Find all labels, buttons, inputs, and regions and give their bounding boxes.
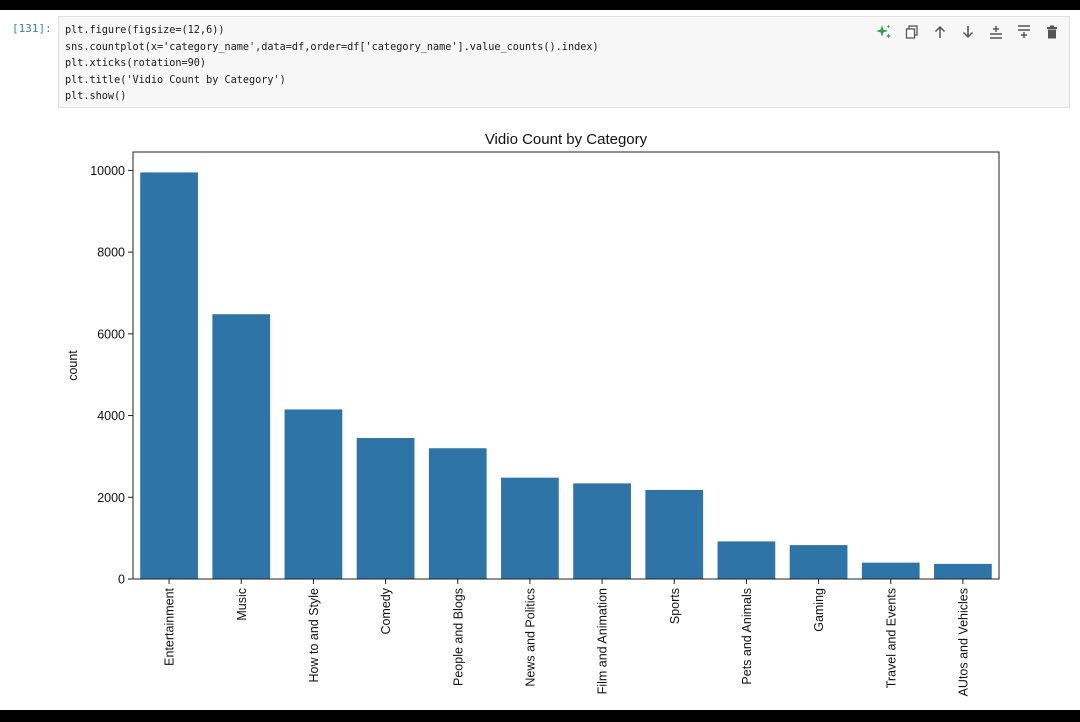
bar-travel-and-events: [861, 562, 920, 579]
bar-gaming: [789, 545, 848, 579]
copy-icon[interactable]: [903, 23, 921, 41]
execution-count: [131]:: [12, 22, 52, 35]
code-cell[interactable]: plt.figure(figsize=(12,6)) sns.countplot(…: [58, 16, 1070, 108]
x-tick-label: Film and Animation: [596, 588, 610, 694]
bar-news-and-politics: [501, 477, 559, 579]
x-tick-label: Gaming: [812, 588, 826, 632]
y-tick-label: 6000: [97, 327, 125, 341]
y-tick-label: 4000: [97, 409, 125, 423]
x-ticks-group: Entertainment Music How to and Style Comedy…: [163, 579, 970, 696]
notebook-page: [131]: plt.figure(figsize=(12,6)) sns.cou…: [0, 10, 1080, 710]
x-tick-label: People and Blogs: [451, 588, 465, 686]
x-tick-label: How to and Style: [307, 588, 321, 683]
trash-icon[interactable]: [1043, 23, 1061, 41]
x-tick-label: AUtos and Vehicles: [956, 588, 970, 696]
bar-music: [212, 314, 271, 579]
x-tick-label: Pets and Animals: [740, 588, 754, 685]
bars-group: [140, 172, 992, 580]
bar-people-and-blogs: [428, 448, 487, 579]
x-tick-label: Music: [235, 588, 249, 621]
bar-entertainment: [140, 172, 198, 580]
x-tick-label: Sports: [668, 588, 682, 624]
insert-above-icon[interactable]: [987, 23, 1005, 41]
y-tick-label: 8000: [97, 246, 125, 260]
code-line-3: plt.xticks(rotation=90): [65, 58, 207, 70]
x-tick-label: Entertainment: [163, 587, 177, 665]
bar-comedy: [356, 438, 415, 579]
y-axis-label: count: [66, 350, 80, 381]
cell-toolbar: [875, 23, 1061, 41]
y-tick-label: 10000: [90, 164, 125, 178]
insert-below-icon[interactable]: [1015, 23, 1033, 41]
bar-autos-and-vehicles: [934, 563, 992, 579]
x-tick-label: Comedy: [379, 587, 393, 634]
bar-how-to-and-style: [284, 409, 343, 579]
x-tick-label: Travel and Events: [884, 588, 898, 688]
bottom-bar: [0, 710, 1080, 722]
code-line-2: sns.countplot(x='category_name',data=df,…: [65, 41, 599, 53]
bar-chart: Vidio Count by Category count category_n…: [66, 131, 1000, 696]
bar-film-and-animation: [573, 483, 631, 579]
code-line-4: plt.title('Vidio Count by Category'): [65, 74, 286, 86]
code-line-5: plt.show(): [65, 91, 127, 103]
y-tick-label: 0: [118, 573, 125, 587]
arrow-up-icon[interactable]: [931, 23, 949, 41]
bar-sports: [645, 489, 704, 579]
arrow-down-icon[interactable]: [959, 23, 977, 41]
code-editor[interactable]: plt.figure(figsize=(12,6)) sns.countplot(…: [65, 23, 599, 106]
y-tick-label: 2000: [97, 491, 125, 505]
code-line-1: plt.figure(figsize=(12,6)): [65, 25, 225, 36]
chart-title: Vidio Count by Category: [485, 131, 648, 148]
chart-output: Vidio Count by Category count category_n…: [0, 116, 1080, 710]
y-ticks-group: 0 2000 4000 6000 8000 10000: [90, 164, 133, 587]
x-tick-label: News and Politics: [523, 588, 537, 687]
bar-pets-and-animals: [717, 541, 776, 579]
sparkle-icon[interactable]: [875, 23, 893, 41]
